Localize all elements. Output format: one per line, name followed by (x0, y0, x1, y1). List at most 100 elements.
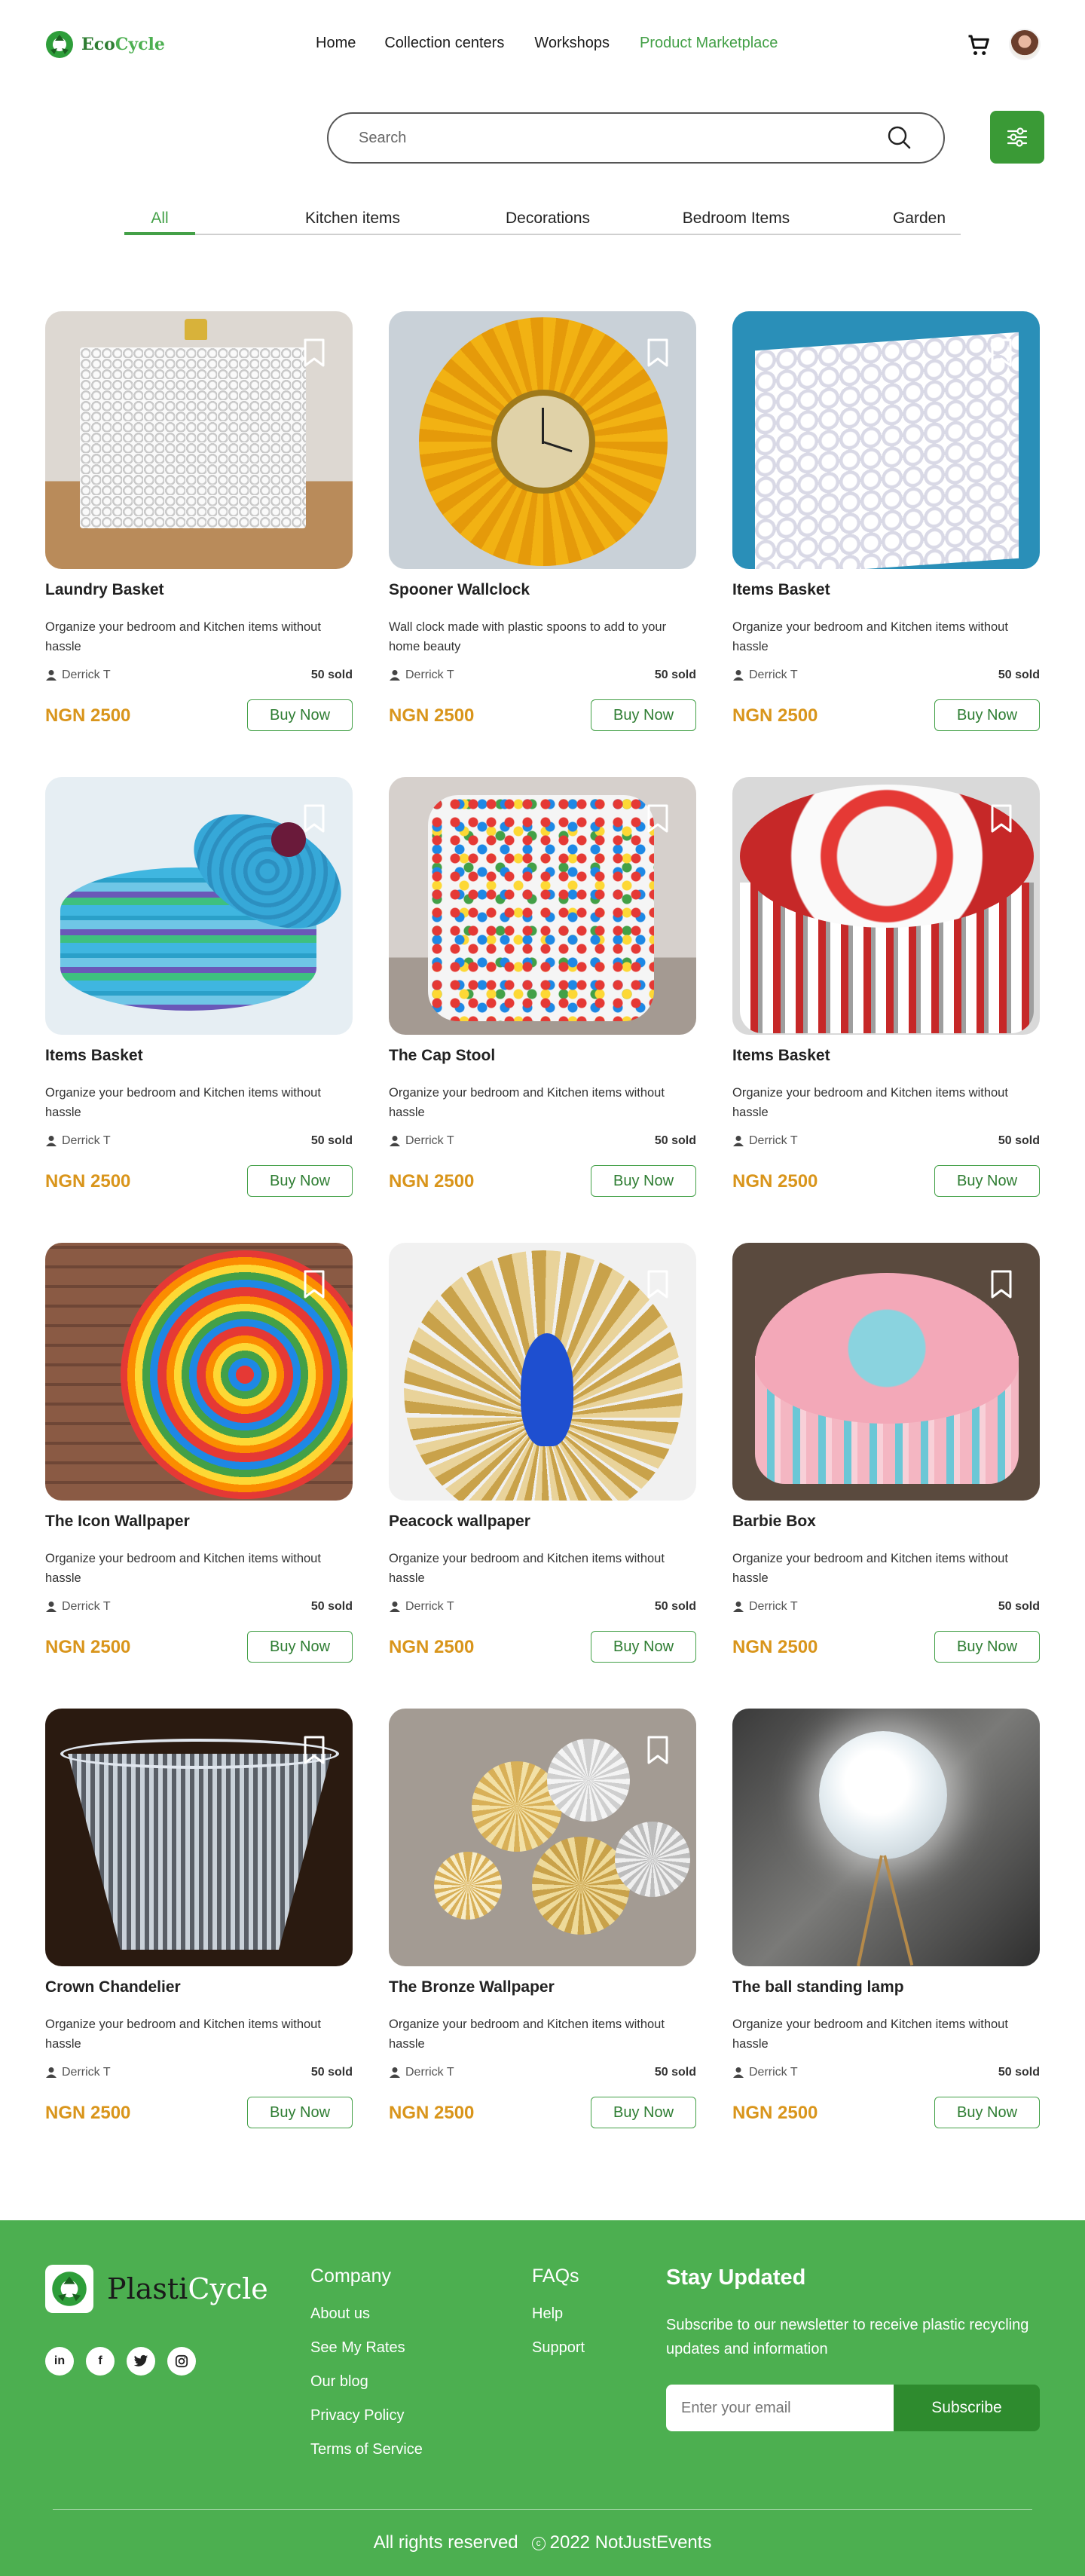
user-icon (733, 2067, 744, 2078)
product-image[interactable] (45, 1243, 353, 1501)
footer: PlastiCycle in f Company About us See My… (0, 2220, 1085, 2576)
email-field[interactable] (666, 2385, 894, 2431)
brand-part-2: Cycle (115, 35, 165, 54)
product-image[interactable] (45, 1709, 353, 1966)
product-title[interactable]: Peacock wallpaper (389, 1513, 530, 1531)
product-title[interactable]: The Icon Wallpaper (45, 1513, 190, 1531)
search-bar (327, 112, 945, 164)
link-support[interactable]: Support (532, 2339, 585, 2357)
cart-icon[interactable] (965, 32, 992, 59)
newsletter-text: Subscribe to our newsletter to receive p… (666, 2317, 1029, 2357)
buy-now-button[interactable]: Buy Now (591, 2097, 696, 2128)
product-image[interactable] (732, 1709, 1040, 1966)
seller-name: Derrick T (62, 1134, 111, 1147)
link-help[interactable]: Help (532, 2305, 585, 2323)
facebook-icon[interactable]: f (86, 2347, 115, 2376)
footer-brand-part-2: Cycle (188, 2272, 268, 2305)
product-title[interactable]: Items Basket (732, 581, 830, 599)
bookmark-icon[interactable] (990, 1270, 1013, 1299)
search-input[interactable] (359, 129, 886, 147)
nav-collection-centers[interactable]: Collection centers (384, 35, 504, 52)
faq-links: FAQs Help Support (532, 2265, 585, 2373)
filter-button[interactable] (990, 111, 1044, 164)
buy-now-button[interactable]: Buy Now (934, 1165, 1040, 1197)
link-our-blog[interactable]: Our blog (310, 2373, 423, 2391)
bookmark-icon[interactable] (303, 338, 326, 367)
buy-now-button[interactable]: Buy Now (247, 2097, 353, 2128)
product-title[interactable]: Crown Chandelier (45, 1978, 181, 1996)
product-seller: Derrick T (732, 1134, 798, 1148)
logo[interactable]: EcoCycle (45, 30, 165, 59)
product-card: The ball standing lamp Organize your bed… (732, 1709, 1040, 2131)
link-privacy-policy[interactable]: Privacy Policy (310, 2407, 423, 2425)
tab-garden[interactable]: Garden (882, 210, 957, 228)
link-terms-of-service[interactable]: Terms of Service (310, 2441, 423, 2458)
product-title[interactable]: The Bronze Wallpaper (389, 1978, 555, 1996)
product-image[interactable] (732, 1243, 1040, 1501)
buy-now-button[interactable]: Buy Now (591, 699, 696, 731)
product-seller: Derrick T (45, 1134, 111, 1148)
nav-home[interactable]: Home (316, 35, 356, 52)
product-image[interactable] (45, 777, 353, 1035)
sold-count: 50 sold (998, 2066, 1040, 2079)
buy-now-button[interactable]: Buy Now (934, 1631, 1040, 1663)
bookmark-icon[interactable] (990, 338, 1013, 367)
bookmark-icon[interactable] (303, 1736, 326, 1764)
tab-decorations[interactable]: Decorations (484, 210, 612, 228)
nav-product-marketplace[interactable]: Product Marketplace (640, 35, 778, 52)
subscribe-button[interactable]: Subscribe (894, 2385, 1040, 2431)
tab-bedroom-items[interactable]: Bedroom Items (668, 210, 804, 228)
search-icon[interactable] (886, 124, 913, 151)
copyright-right: 2022 NotJustEvents (549, 2532, 712, 2553)
bookmark-icon[interactable] (646, 1736, 669, 1764)
tab-all[interactable]: All (124, 210, 195, 228)
bookmark-icon[interactable] (990, 804, 1013, 833)
linkedin-icon[interactable]: in (45, 2347, 74, 2376)
instagram-icon[interactable] (167, 2347, 196, 2376)
sold-count: 50 sold (310, 668, 353, 681)
product-image[interactable] (389, 311, 696, 569)
buy-now-button[interactable]: Buy Now (591, 1631, 696, 1663)
avatar[interactable] (1009, 29, 1041, 60)
link-about-us[interactable]: About us (310, 2305, 423, 2323)
user-icon (390, 670, 400, 681)
buy-now-button[interactable]: Buy Now (934, 2097, 1040, 2128)
bookmark-icon[interactable] (303, 1270, 326, 1299)
product-title[interactable]: Items Basket (732, 1047, 830, 1065)
seller-name: Derrick T (62, 668, 111, 681)
copyright-icon: c (531, 2536, 546, 2550)
product-image[interactable] (389, 777, 696, 1035)
user-icon (733, 1136, 744, 1146)
buy-now-button[interactable]: Buy Now (591, 1165, 696, 1197)
buy-now-button[interactable]: Buy Now (247, 1631, 353, 1663)
product-image[interactable] (389, 1709, 696, 1966)
buy-now-button[interactable]: Buy Now (247, 699, 353, 731)
product-title[interactable]: Spooner Wallclock (389, 581, 530, 599)
footer-logo[interactable]: PlastiCycle (45, 2265, 268, 2313)
product-image[interactable] (732, 777, 1040, 1035)
footer-brand-part-1: Plasti (107, 2272, 188, 2305)
product-seller: Derrick T (45, 2066, 111, 2079)
user-icon (390, 1602, 400, 1612)
product-title[interactable]: Laundry Basket (45, 581, 164, 599)
twitter-icon[interactable] (127, 2347, 155, 2376)
product-image[interactable] (45, 311, 353, 569)
product-image[interactable] (389, 1243, 696, 1501)
product-title[interactable]: The Cap Stool (389, 1047, 495, 1065)
product-image[interactable] (732, 311, 1040, 569)
product-title[interactable]: Barbie Box (732, 1513, 816, 1531)
buy-now-button[interactable]: Buy Now (934, 699, 1040, 731)
product-card: The Bronze Wallpaper Organize your bedro… (389, 1709, 696, 2131)
bookmark-icon[interactable] (646, 804, 669, 833)
bookmark-icon[interactable] (646, 1270, 669, 1299)
seller-name: Derrick T (405, 1600, 454, 1613)
bookmark-icon[interactable] (646, 338, 669, 367)
tab-kitchen-items[interactable]: Kitchen items (289, 210, 417, 228)
buy-now-button[interactable]: Buy Now (247, 1165, 353, 1197)
link-see-my-rates[interactable]: See My Rates (310, 2339, 423, 2357)
nav-workshops[interactable]: Workshops (534, 35, 610, 52)
product-card: The Cap Stool Organize your bedroom and … (389, 777, 696, 1199)
product-title[interactable]: The ball standing lamp (732, 1978, 904, 1996)
product-title[interactable]: Items Basket (45, 1047, 143, 1065)
bookmark-icon[interactable] (303, 804, 326, 833)
